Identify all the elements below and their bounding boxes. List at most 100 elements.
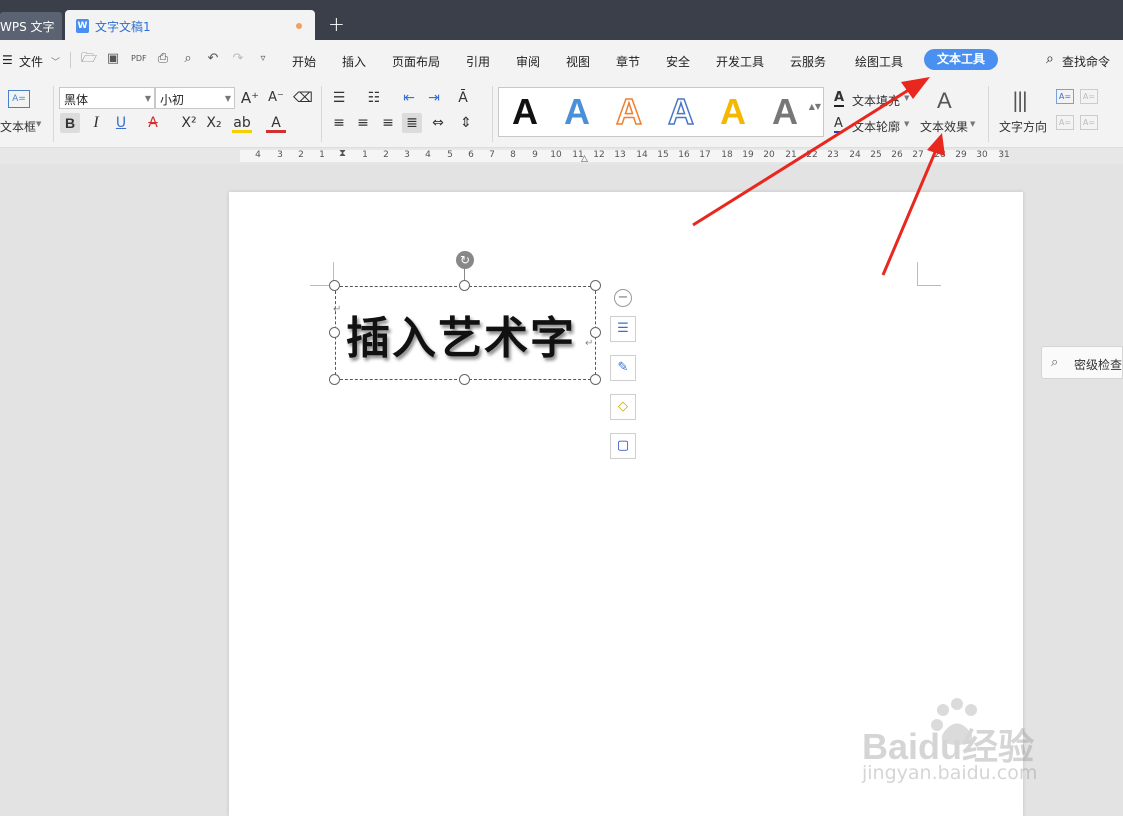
shape-fill-icon[interactable]: ◇ — [610, 394, 636, 420]
find-command[interactable]: 查找命令 — [1062, 53, 1110, 70]
clear-format-icon[interactable]: ⌫ — [293, 88, 313, 108]
decrease-font-icon[interactable]: A⁻ — [266, 88, 286, 108]
secret-level-check-button[interactable]: ⌕ 密级检查 — [1041, 346, 1123, 379]
redo-icon[interactable]: ↷ — [231, 52, 245, 66]
next-textbox-icon[interactable]: A= — [1080, 115, 1098, 130]
bullet-list-icon[interactable]: ☰ — [329, 88, 349, 108]
menu-text-tools[interactable]: 文本工具 — [924, 49, 998, 70]
menu-developer[interactable]: 开发工具 — [716, 53, 764, 70]
align-left-icon[interactable]: ≡ — [329, 113, 349, 133]
text-outline-button[interactable]: 文本轮廓 — [852, 118, 900, 135]
text-fill-icon: A — [834, 90, 845, 107]
text-direction-button[interactable]: 文字方向 — [999, 118, 1047, 135]
style-gray-gradient[interactable]: A — [765, 90, 805, 134]
tab-document-label: 文字文稿1 — [95, 20, 151, 34]
underline-button[interactable]: U — [111, 113, 131, 133]
justify-icon[interactable]: ≣ — [402, 113, 422, 133]
align-right-icon[interactable]: ≡ — [378, 113, 398, 133]
layout-options-icon[interactable]: ☰ — [610, 316, 636, 342]
style-blue-outline[interactable]: A — [661, 90, 701, 134]
resize-handle-nw[interactable] — [329, 280, 340, 291]
shape-outline-icon[interactable]: ✎ — [610, 355, 636, 381]
textbox-dropdown-icon[interactable]: ▼ — [36, 120, 41, 128]
wordart-text[interactable]: 插入艺术字 — [346, 302, 576, 366]
indent-marker-icon[interactable]: ⧗ — [339, 148, 346, 159]
resize-handle-sw[interactable] — [329, 374, 340, 385]
resize-handle-w[interactable] — [329, 327, 340, 338]
new-tab-button[interactable]: + — [328, 12, 345, 36]
menu-cloud-services[interactable]: 云服务 — [790, 53, 826, 70]
textbox-icon[interactable]: A= — [8, 90, 30, 108]
tab-document[interactable]: W 文字文稿1 — [65, 10, 315, 40]
text-size-options-icon[interactable]: Ā — [453, 88, 473, 108]
file-dropdown-icon[interactable]: ﹀ — [51, 55, 60, 68]
shape-border-icon[interactable]: ▢ — [610, 433, 636, 459]
divider — [70, 52, 71, 68]
distributed-align-icon[interactable]: ⇔ — [428, 113, 448, 133]
increase-indent-icon[interactable]: ⇥ — [424, 88, 444, 108]
wordart-styles-gallery[interactable]: A A A A A A ▲▼ — [498, 87, 824, 137]
menu-security[interactable]: 安全 — [666, 53, 690, 70]
style-black[interactable]: A — [505, 90, 545, 134]
font-size-select[interactable]: 小初 ▼ — [155, 87, 235, 109]
superscript-button[interactable]: X² — [179, 113, 199, 133]
font-color-button[interactable]: A — [266, 113, 286, 133]
menu-drawing-tools[interactable]: 绘图工具 — [855, 53, 903, 70]
bold-button[interactable]: B — [60, 113, 80, 133]
gallery-more-icon[interactable]: ▲▼ — [809, 102, 821, 111]
ruler-number: 25 — [870, 150, 882, 160]
watermark-url: jingyan.baidu.com — [862, 762, 1038, 784]
resize-handle-s[interactable] — [459, 374, 470, 385]
text-fill-button[interactable]: 文本填充 — [852, 92, 900, 109]
menu-chapter[interactable]: 章节 — [616, 53, 640, 70]
textbox-button[interactable]: 文本框 — [0, 118, 36, 135]
text-effect-icon[interactable]: A — [937, 88, 952, 114]
print-preview-icon[interactable]: ⌕ — [181, 52, 195, 66]
chevron-down-icon[interactable]: ▼ — [970, 120, 975, 128]
hamburger-icon[interactable]: ☰ — [2, 53, 13, 67]
italic-button[interactable]: I — [86, 113, 106, 133]
style-gold[interactable]: A — [713, 90, 753, 134]
quick-access-dropdown-icon[interactable]: ▿ — [256, 52, 270, 66]
tab-wps-home[interactable]: WPS 文字 — [0, 12, 62, 40]
resize-handle-e[interactable] — [590, 327, 601, 338]
text-direction-icon[interactable]: ||| — [1012, 88, 1028, 112]
style-blue[interactable]: A — [557, 90, 597, 134]
menu-insert[interactable]: 插入 — [342, 53, 366, 70]
rotate-handle-icon[interactable]: ↻ — [456, 251, 474, 269]
break-link-icon[interactable]: A= — [1080, 89, 1098, 104]
chevron-down-icon[interactable]: ▼ — [904, 120, 909, 128]
highlight-button[interactable]: ab — [232, 113, 252, 133]
open-folder-icon[interactable]: 🗁 — [81, 52, 97, 66]
previous-textbox-icon[interactable]: A= — [1056, 115, 1074, 130]
align-center-icon[interactable]: ≡ — [353, 113, 373, 133]
resize-handle-n[interactable] — [459, 280, 470, 291]
menu-file[interactable]: 文件 — [19, 53, 43, 70]
save-icon[interactable]: ▣ — [106, 52, 120, 66]
resize-handle-se[interactable] — [590, 374, 601, 385]
menu-review[interactable]: 审阅 — [516, 53, 540, 70]
right-indent-marker-icon[interactable]: △ — [581, 154, 588, 164]
line-spacing-icon[interactable]: ⇕ — [456, 113, 476, 133]
menu-view[interactable]: 视图 — [566, 53, 590, 70]
search-icon[interactable]: ⌕ — [1046, 51, 1054, 67]
font-name-select[interactable]: 黑体 ▼ — [59, 87, 155, 109]
strikethrough-button[interactable]: A — [143, 113, 163, 133]
numbered-list-icon[interactable]: ☷ — [364, 88, 384, 108]
menu-page-layout[interactable]: 页面布局 — [392, 53, 440, 70]
print-icon[interactable]: ⎙ — [156, 52, 170, 66]
collapse-toolbar-icon[interactable]: − — [614, 289, 632, 307]
text-effect-button[interactable]: 文本效果 — [920, 118, 968, 135]
menu-references[interactable]: 引用 — [466, 53, 490, 70]
increase-font-icon[interactable]: A⁺ — [240, 88, 260, 108]
menu-start[interactable]: 开始 — [292, 53, 316, 70]
undo-icon[interactable]: ↶ — [206, 52, 220, 66]
subscript-button[interactable]: X₂ — [204, 113, 224, 133]
chevron-down-icon[interactable]: ▼ — [904, 94, 909, 102]
create-link-icon[interactable]: A= — [1056, 89, 1074, 104]
horizontal-ruler[interactable]: 4 3 2 1 1 2 3 4 5 6 7 8 9 10 11 12 13 14 15 16 17 18 19 20 21 22 2… — [0, 148, 1123, 164]
decrease-indent-icon[interactable]: ⇤ — [399, 88, 419, 108]
style-orange-outline[interactable]: A — [609, 90, 649, 134]
resize-handle-ne[interactable] — [590, 280, 601, 291]
export-pdf-icon[interactable]: PDF — [131, 52, 147, 66]
